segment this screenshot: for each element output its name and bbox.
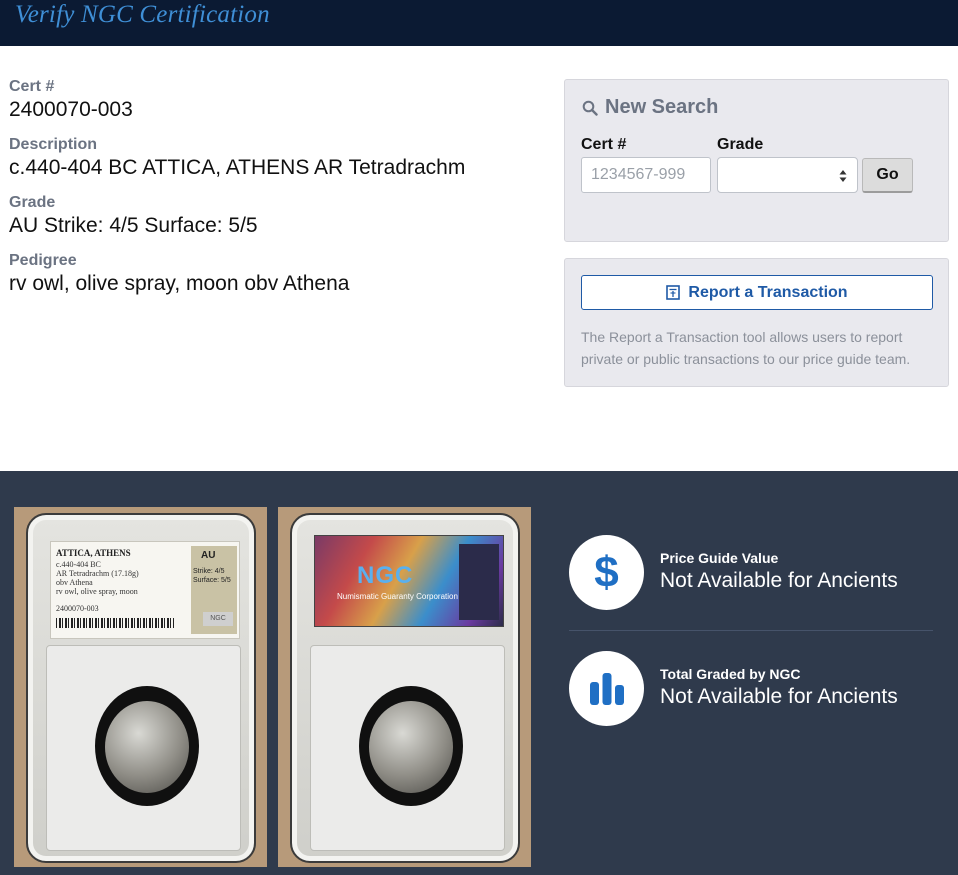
graded-icon-circle	[569, 651, 644, 726]
new-search-heading: New Search	[582, 96, 718, 119]
price-icon-circle: $	[569, 535, 644, 610]
new-search-label: New Search	[605, 96, 719, 118]
page-title: Verify NGC Certification	[15, 1, 270, 28]
stats-divider	[569, 630, 933, 631]
select-arrows-icon	[839, 170, 847, 182]
dollar-icon: $	[594, 547, 619, 597]
description-value: c.440-404 BC ATTICA, ATHENS AR Tetradrac…	[9, 156, 466, 179]
coin-obverse-image[interactable]: ATTICA, ATHENS c.440-404 BC AR Tetradrac…	[14, 507, 267, 867]
report-panel: Report a Transaction The Report a Transa…	[564, 258, 949, 387]
report-transaction-button[interactable]: Report a Transaction	[581, 275, 933, 310]
price-guide-stat: $ Price Guide Value Not Available for An…	[569, 535, 898, 610]
cert-field: Cert # 2400070-003	[9, 78, 549, 123]
coin-well	[310, 645, 505, 851]
receipt-icon	[666, 285, 681, 300]
slab-ngc-logo: NGC	[203, 612, 233, 626]
page-header: Verify NGC Certification	[0, 0, 958, 46]
cert-number-input[interactable]	[581, 157, 711, 193]
hologram-ngc-logo: NGC	[357, 562, 414, 589]
search-grade-label: Grade	[717, 136, 764, 153]
new-search-panel: New Search Cert # Grade Go	[564, 79, 949, 242]
price-guide-value: Not Available for Ancients	[660, 569, 898, 592]
total-graded-text: Total Graded by NGC Not Available for An…	[660, 666, 898, 711]
grade-select[interactable]	[717, 157, 858, 193]
slab-holder: ATTICA, ATHENS c.440-404 BC AR Tetradrac…	[26, 513, 256, 863]
slab-label-line: rv owl, olive spray, moon	[56, 587, 138, 596]
grade-label: Grade	[9, 194, 56, 211]
pedigree-label: Pedigree	[9, 252, 77, 269]
slab-label-line: obv Athena	[56, 578, 93, 587]
search-cert-label: Cert #	[581, 136, 627, 153]
slab-grade: AU	[201, 550, 216, 561]
cert-value: 2400070-003	[9, 98, 133, 121]
hologram-seal	[459, 544, 499, 620]
report-description: The Report a Transaction tool allows use…	[581, 329, 911, 367]
ngc-hologram: NGC Numismatic Guaranty Corporation	[314, 535, 504, 627]
slab-label-cert: 2400070-003	[56, 604, 99, 613]
go-button[interactable]: Go	[862, 158, 913, 193]
slab-label: ATTICA, ATHENS c.440-404 BC AR Tetradrac…	[50, 541, 240, 639]
coin-reverse-image[interactable]: NGC Numismatic Guaranty Corporation	[278, 507, 531, 867]
report-transaction-label: Report a Transaction	[688, 283, 848, 301]
description-label: Description	[9, 136, 98, 153]
slab-strike: Strike: 4/5	[193, 568, 225, 575]
slab-label-line: AR Tetradrachm (17.18g)	[56, 569, 139, 578]
total-graded-value: Not Available for Ancients	[660, 685, 898, 708]
description-field: Description c.440-404 BC ATTICA, ATHENS …	[9, 136, 549, 181]
slab-label-line: c.440-404 BC	[56, 560, 101, 569]
coin	[369, 701, 453, 793]
grade-value: AU Strike: 4/5 Surface: 5/5	[9, 214, 258, 237]
price-guide-title: Price Guide Value	[660, 550, 779, 566]
price-guide-text: Price Guide Value Not Available for Anci…	[660, 550, 898, 595]
total-graded-title: Total Graded by NGC	[660, 666, 801, 682]
cert-details: Cert # 2400070-003 Description c.440-404…	[9, 78, 549, 310]
hologram-subtitle: Numismatic Guaranty Corporation	[337, 592, 458, 601]
coin	[105, 701, 189, 793]
cert-label: Cert #	[9, 78, 55, 95]
barcode	[56, 618, 174, 628]
coin-well	[46, 645, 241, 851]
slab-holder: NGC Numismatic Guaranty Corporation	[290, 513, 520, 863]
slab-label-title: ATTICA, ATHENS	[56, 548, 131, 558]
pedigree-value: rv owl, olive spray, moon obv Athena	[9, 272, 350, 295]
pedigree-field: Pedigree rv owl, olive spray, moon obv A…	[9, 252, 549, 297]
bar-chart-icon	[589, 672, 624, 705]
grade-field: Grade AU Strike: 4/5 Surface: 5/5	[9, 194, 549, 239]
total-graded-stat: Total Graded by NGC Not Available for An…	[569, 651, 898, 726]
slab-surface: Surface: 5/5	[193, 577, 231, 584]
search-icon	[582, 100, 598, 116]
